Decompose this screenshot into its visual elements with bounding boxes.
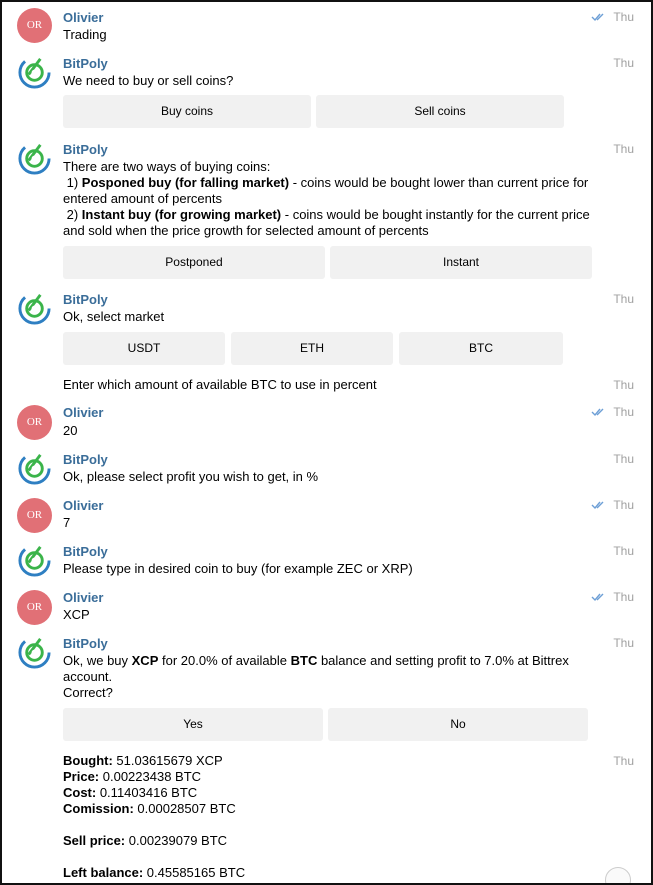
- message-time: Thu: [613, 636, 634, 650]
- option-number: 2): [63, 207, 82, 222]
- avatar-olivier[interactable]: OR: [17, 498, 52, 533]
- summary-value: 0.00223438 BTC: [99, 769, 202, 784]
- summary-label: Left balance:: [63, 865, 144, 880]
- no-button[interactable]: No: [328, 708, 588, 741]
- message-time: Thu: [613, 378, 634, 392]
- avatar-olivier[interactable]: OR: [17, 590, 52, 625]
- market-btc-button[interactable]: BTC: [399, 332, 563, 365]
- double-check-icon: [591, 593, 604, 602]
- scroll-down-button[interactable]: [605, 867, 631, 883]
- avatar-olivier[interactable]: OR: [17, 8, 52, 43]
- sender-name[interactable]: BitPoly: [63, 544, 108, 559]
- sender-name[interactable]: Olivier: [63, 498, 103, 513]
- summary-value: 0.45585165 BTC: [143, 865, 246, 880]
- text-part: Ok, we buy: [63, 653, 132, 668]
- sender-name[interactable]: BitPoly: [63, 56, 108, 71]
- message-text: There are two ways of buying coins: 1) P…: [63, 159, 591, 239]
- sender-name[interactable]: Olivier: [63, 10, 103, 25]
- message-text: Ok, we buy XCP for 20.0% of available BT…: [63, 653, 596, 701]
- sender-name[interactable]: BitPoly: [63, 452, 108, 467]
- message-time: Thu: [613, 498, 634, 512]
- option-title: Posponed buy (for falling market): [81, 175, 290, 190]
- postponed-button[interactable]: Postponed: [63, 246, 325, 279]
- summary-value: 51.03615679 XCP: [112, 753, 223, 768]
- option-number: 1): [63, 175, 82, 190]
- bitpoly-logo-icon[interactable]: [17, 141, 52, 176]
- summary-value: 0.00028507 BTC: [133, 801, 236, 816]
- summary-label: Comission:: [63, 801, 134, 816]
- double-check-icon: [591, 501, 604, 510]
- question-text: Correct?: [63, 685, 113, 700]
- message-time: Thu: [613, 544, 634, 558]
- message-text: 20: [63, 423, 78, 438]
- message-time: Thu: [613, 10, 634, 24]
- bitpoly-logo-icon[interactable]: [17, 635, 52, 670]
- summary-value: 0.00239079 BTC: [125, 833, 228, 848]
- summary-label: Price:: [63, 769, 100, 784]
- sender-name[interactable]: BitPoly: [63, 636, 108, 651]
- bitpoly-logo-icon[interactable]: [17, 543, 52, 578]
- option-title: Instant buy (for growing market): [81, 207, 282, 222]
- intro-line: There are two ways of buying coins:: [63, 159, 271, 174]
- bitpoly-logo-icon[interactable]: [17, 55, 52, 90]
- sender-name[interactable]: BitPoly: [63, 292, 108, 307]
- message-time: Thu: [613, 56, 634, 70]
- message-text: Enter which amount of available BTC to u…: [63, 377, 377, 392]
- message-text: Trading: [63, 27, 107, 42]
- message-time: Thu: [613, 142, 634, 156]
- sender-name[interactable]: BitPoly: [63, 142, 108, 157]
- yes-button[interactable]: Yes: [63, 708, 323, 741]
- message-text: Ok, select market: [63, 309, 165, 324]
- message-text: 7: [63, 515, 71, 530]
- coin-name: XCP: [131, 653, 159, 668]
- market-usdt-button[interactable]: USDT: [63, 332, 225, 365]
- message-text: XCP: [63, 607, 90, 622]
- sell-coins-button[interactable]: Sell coins: [316, 95, 564, 128]
- bitpoly-logo-icon[interactable]: [17, 291, 52, 326]
- message-time: Thu: [613, 590, 634, 604]
- sender-name[interactable]: Olivier: [63, 590, 103, 605]
- message-time: Thu: [613, 292, 634, 306]
- bitpoly-logo-icon[interactable]: [17, 451, 52, 486]
- message-time: Thu: [613, 405, 634, 419]
- market-name: BTC: [290, 653, 318, 668]
- buy-coins-button[interactable]: Buy coins: [63, 95, 311, 128]
- market-eth-button[interactable]: ETH: [231, 332, 393, 365]
- message-time: Thu: [613, 754, 634, 768]
- double-check-icon: [591, 13, 604, 22]
- order-summary: Bought: 51.03615679 XCP Price: 0.00223438…: [63, 753, 606, 881]
- double-check-icon: [591, 408, 604, 417]
- message-text: We need to buy or sell coins?: [63, 73, 234, 88]
- message-text: Ok, please select profit you wish to get…: [63, 469, 319, 484]
- text-part: for 20.0% of available: [158, 653, 291, 668]
- instant-button[interactable]: Instant: [330, 246, 592, 279]
- sender-name[interactable]: Olivier: [63, 405, 103, 420]
- chat-window: OR Olivier Thu Trading BitPoly Thu We ne…: [0, 0, 653, 885]
- summary-value: 0.11403416 BTC: [96, 785, 198, 800]
- summary-label: Sell price:: [63, 833, 126, 848]
- message-text: Please type in desired coin to buy (for …: [63, 561, 413, 576]
- summary-label: Cost:: [63, 785, 97, 800]
- message-time: Thu: [613, 452, 634, 466]
- avatar-olivier[interactable]: OR: [17, 405, 52, 440]
- summary-label: Bought:: [63, 753, 113, 768]
